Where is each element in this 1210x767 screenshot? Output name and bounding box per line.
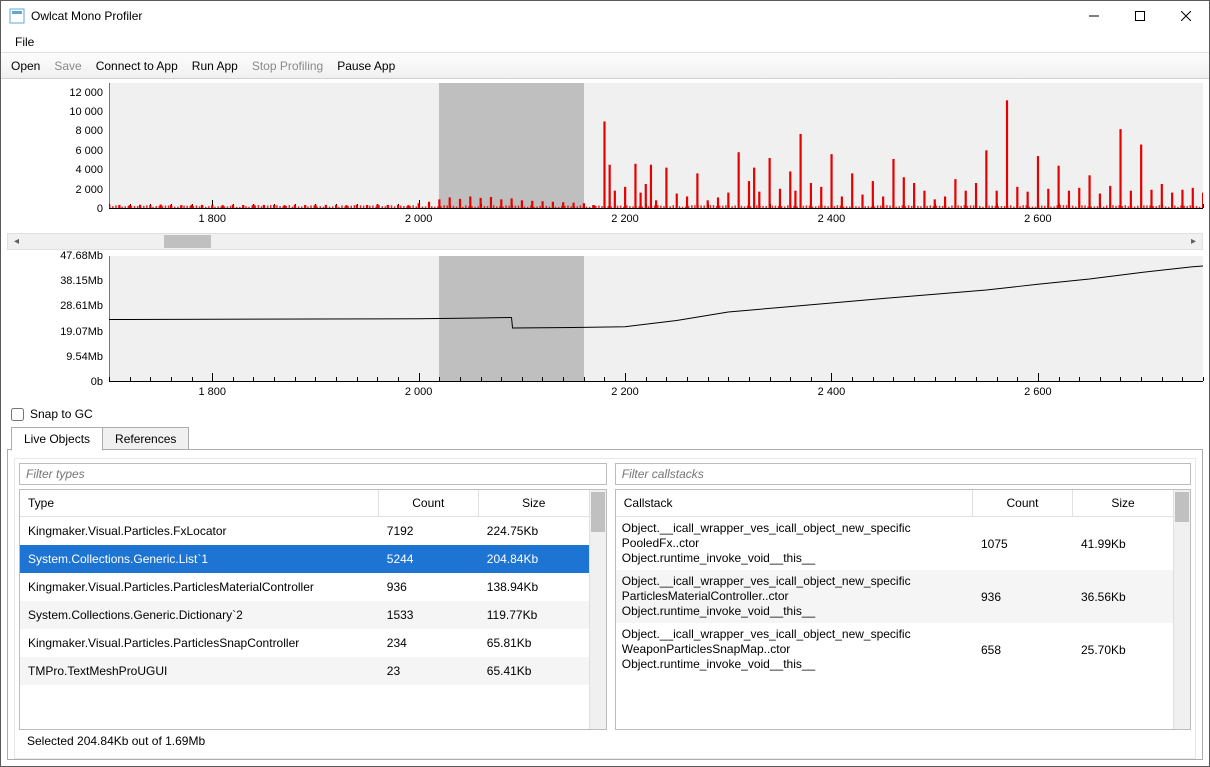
cell-size: 36.56Kb [1073, 583, 1173, 611]
types-pane: Type Count Size Kingmaker.Visual.Particl… [19, 463, 607, 730]
cell-size: 65.41Kb [479, 657, 589, 685]
scroll-thumb[interactable] [164, 235, 210, 248]
window-controls [1071, 1, 1209, 31]
cell-count: 936 [379, 573, 479, 601]
app-window: Owlcat Mono Profiler File Open Save Conn… [0, 0, 1210, 767]
snap-checkbox[interactable] [11, 408, 24, 421]
snap-row: Snap to GC [7, 404, 1203, 427]
cell-count: 1075 [973, 530, 1073, 558]
callstack-header: Callstack Count Size [616, 490, 1173, 517]
app-icon [9, 8, 25, 24]
action-open[interactable]: Open [11, 59, 40, 73]
cell-size: 224.75Kb [479, 517, 589, 545]
filter-types-box[interactable] [19, 463, 607, 485]
table-row[interactable]: TMPro.TextMeshProUGUI2365.41Kb [20, 657, 589, 685]
tab-references[interactable]: References [102, 427, 189, 450]
alloc-yaxis: 02 0004 0006 0008 00010 00012 000 [7, 83, 109, 209]
callstack-rows: Object.__icall_wrapper_ves_icall_object_… [616, 517, 1173, 729]
cell-count: 658 [973, 636, 1073, 664]
allocations-chart: 02 0004 0006 0008 00010 00012 000 [7, 83, 1203, 209]
cell-size: 204.84Kb [479, 545, 589, 573]
th-type[interactable]: Type [20, 490, 379, 516]
cell-count: 1533 [379, 601, 479, 629]
action-stop[interactable]: Stop Profiling [252, 59, 323, 73]
table-row[interactable]: Kingmaker.Visual.Particles.FxLocator7192… [20, 517, 589, 545]
table-row[interactable]: Object.__icall_wrapper_ves_icall_object_… [616, 570, 1173, 623]
alloc-plot[interactable] [109, 83, 1203, 209]
cell-count: 5244 [379, 545, 479, 573]
cell-type: System.Collections.Generic.Dictionary`2 [20, 601, 379, 629]
tab-live-objects[interactable]: Live Objects [11, 427, 103, 451]
th-size[interactable]: Size [479, 490, 589, 516]
callstack-vthumb[interactable] [1175, 492, 1189, 522]
maximize-button[interactable] [1117, 1, 1163, 31]
th-count[interactable]: Count [379, 490, 479, 516]
selection-status: Selected 204.84Kb out of 1.69Mb [19, 730, 1191, 754]
cell-size: 138.94Kb [479, 573, 589, 601]
th-cs-count[interactable]: Count [973, 490, 1073, 516]
scroll-right-icon[interactable]: ▸ [1185, 234, 1202, 249]
cell-count: 23 [379, 657, 479, 685]
content: 02 0004 0006 0008 00010 00012 000 1 8002… [1, 79, 1209, 766]
cell-type: Kingmaker.Visual.Particles.ParticlesMate… [20, 573, 379, 601]
cell-type: Kingmaker.Visual.Particles.FxLocator [20, 517, 379, 545]
callstack-pane: Callstack Count Size Object.__icall_wrap… [615, 463, 1191, 730]
table-row[interactable]: Kingmaker.Visual.Particles.ParticlesSnap… [20, 629, 589, 657]
alloc-xaxis: 1 8002 0002 2002 4002 600 [109, 209, 1203, 231]
filter-callstacks-input[interactable] [620, 466, 1186, 482]
close-button[interactable] [1163, 1, 1209, 31]
mem-plot[interactable] [109, 256, 1203, 382]
cell-count: 7192 [379, 517, 479, 545]
callstack-table: Callstack Count Size Object.__icall_wrap… [615, 489, 1191, 730]
action-connect[interactable]: Connect to App [96, 59, 178, 73]
cell-type: Kingmaker.Visual.Particles.ParticlesSnap… [20, 629, 379, 657]
th-cs-size[interactable]: Size [1073, 490, 1173, 516]
action-run[interactable]: Run App [192, 59, 238, 73]
table-row[interactable]: System.Collections.Generic.Dictionary`21… [20, 601, 589, 629]
types-rows: Kingmaker.Visual.Particles.FxLocator7192… [20, 517, 589, 729]
memory-chart: 0b9.54Mb19.07Mb28.61Mb38.15Mb47.68Mb [7, 256, 1203, 382]
cell-count: 234 [379, 629, 479, 657]
timeline-scrollbar[interactable]: ◂ ▸ [7, 233, 1203, 250]
cell-type: System.Collections.Generic.List`1 [20, 545, 379, 573]
mem-xaxis: 1 8002 0002 2002 4002 600 [109, 382, 1203, 404]
menu-file[interactable]: File [9, 33, 40, 51]
cell-callstack: Object.__icall_wrapper_ves_icall_object_… [616, 570, 973, 623]
cell-count: 936 [973, 583, 1073, 611]
menubar: File [1, 31, 1209, 53]
cell-size: 65.81Kb [479, 629, 589, 657]
types-vthumb[interactable] [591, 492, 605, 532]
cell-callstack: Object.__icall_wrapper_ves_icall_object_… [616, 517, 973, 570]
table-row[interactable]: System.Collections.Generic.List`15244204… [20, 545, 589, 573]
cell-size: 41.99Kb [1073, 530, 1173, 558]
panes: Type Count Size Kingmaker.Visual.Particl… [7, 450, 1203, 760]
scroll-track[interactable] [25, 234, 1185, 249]
action-pause[interactable]: Pause App [337, 59, 395, 73]
types-vscroll[interactable] [589, 490, 606, 729]
minimize-button[interactable] [1071, 1, 1117, 31]
types-header: Type Count Size [20, 490, 589, 517]
snap-label[interactable]: Snap to GC [30, 407, 93, 421]
titlebar: Owlcat Mono Profiler [1, 1, 1209, 31]
cell-callstack: Object.__icall_wrapper_ves_icall_object_… [616, 623, 973, 676]
tab-strip: Live Objects References [7, 427, 1203, 450]
mem-yaxis: 0b9.54Mb19.07Mb28.61Mb38.15Mb47.68Mb [7, 256, 109, 382]
window-title: Owlcat Mono Profiler [31, 9, 1071, 23]
toolbar: Open Save Connect to App Run App Stop Pr… [1, 53, 1209, 79]
th-callstack[interactable]: Callstack [616, 490, 973, 516]
filter-types-input[interactable] [24, 466, 602, 482]
types-table: Type Count Size Kingmaker.Visual.Particl… [19, 489, 607, 730]
scroll-left-icon[interactable]: ◂ [8, 234, 25, 249]
filter-callstacks-box[interactable] [615, 463, 1191, 485]
table-row[interactable]: Kingmaker.Visual.Particles.ParticlesMate… [20, 573, 589, 601]
cell-size: 25.70Kb [1073, 636, 1173, 664]
table-row[interactable]: Object.__icall_wrapper_ves_icall_object_… [616, 623, 1173, 676]
cell-type: TMPro.TextMeshProUGUI [20, 657, 379, 685]
action-save[interactable]: Save [54, 59, 81, 73]
callstack-vscroll[interactable] [1173, 490, 1190, 729]
table-row[interactable]: Object.__icall_wrapper_ves_icall_object_… [616, 517, 1173, 570]
cell-size: 119.77Kb [479, 601, 589, 629]
